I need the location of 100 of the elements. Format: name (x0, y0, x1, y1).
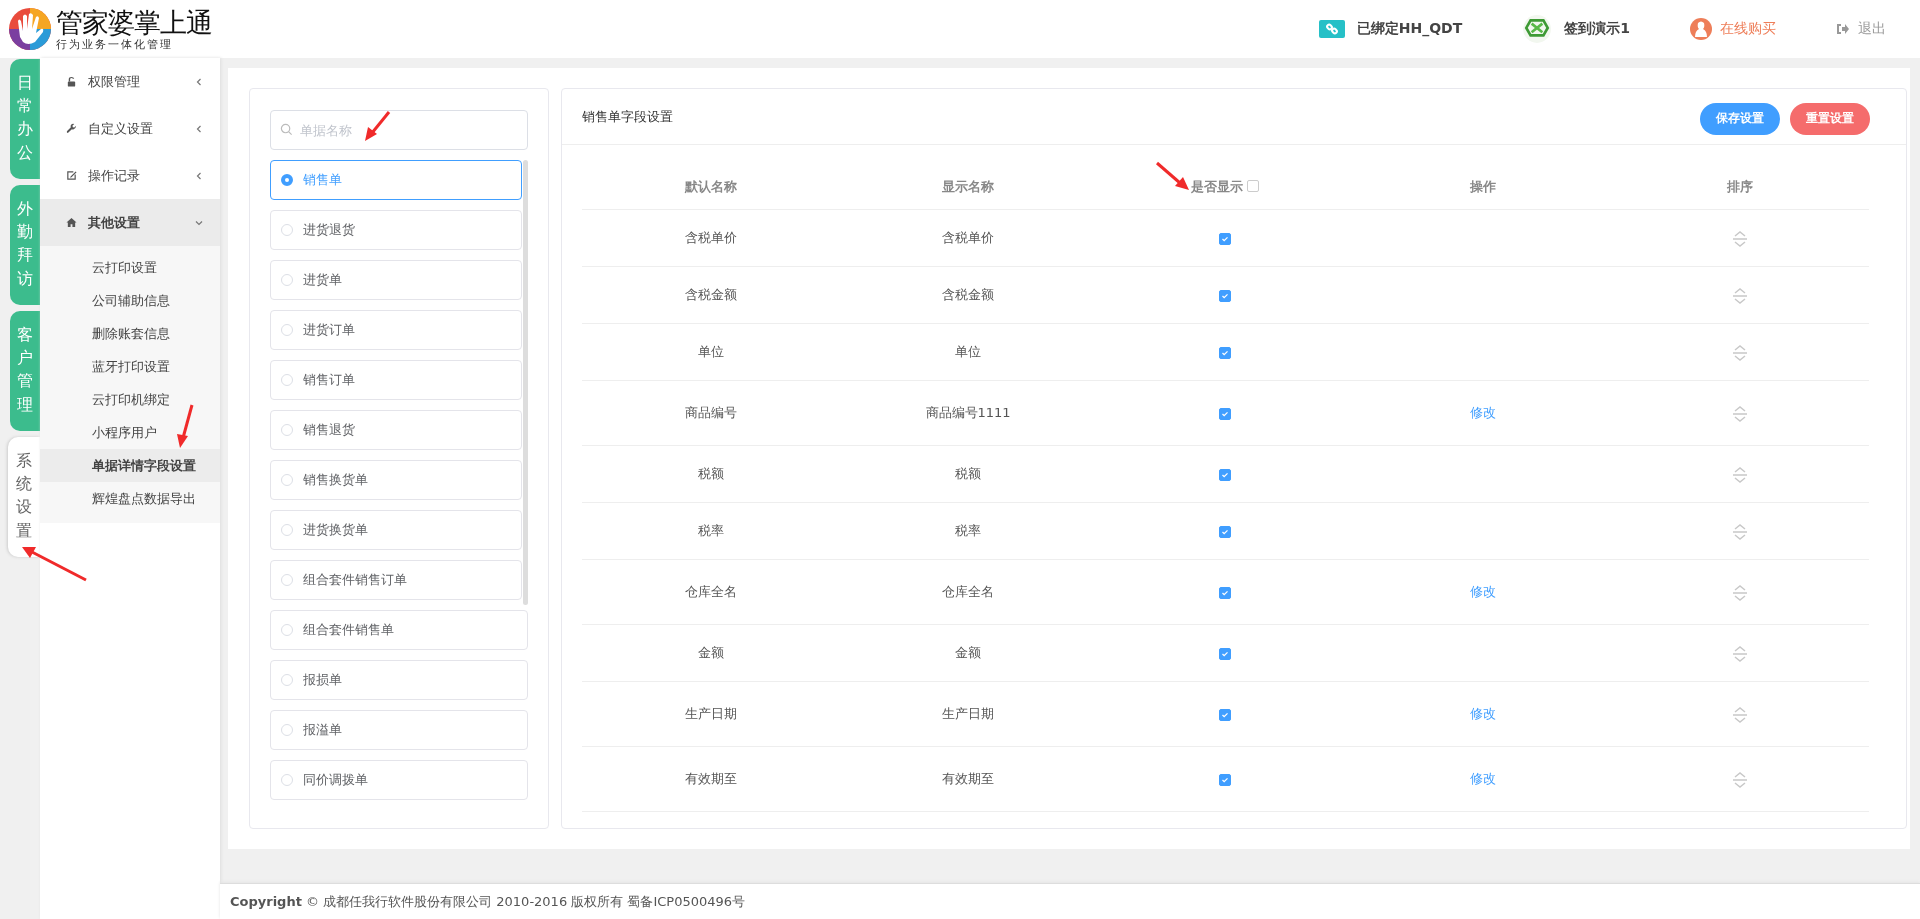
visible-checkbox[interactable] (1219, 468, 1232, 481)
document-type-option[interactable]: 进货换货单 (270, 510, 522, 550)
table-cell: 单位 (955, 344, 982, 359)
submenu-item[interactable]: 辉煌盘点数据导出 (40, 482, 220, 515)
lock-icon (66, 76, 77, 87)
table-cell: 税率 (955, 523, 982, 538)
option-label: 销售单 (303, 171, 342, 189)
user-name: 签到演示1 (1564, 20, 1630, 38)
menu-item[interactable]: 自定义设置 (40, 105, 220, 152)
menu-label: 自定义设置 (88, 119, 154, 138)
submenu-item[interactable]: 公司辅助信息 (40, 284, 220, 317)
table-cell: 含税金额 (684, 287, 737, 302)
table-cell: 单位 (697, 344, 724, 359)
visible-checkbox[interactable] (1219, 586, 1232, 599)
option-label: 组合套件销售订单 (303, 571, 407, 589)
sort-icon[interactable] (1732, 404, 1749, 423)
visible-checkbox[interactable] (1219, 232, 1232, 245)
bound-account-label: 已绑定HH_QDT (1356, 20, 1463, 38)
option-label: 同价调拨单 (303, 771, 368, 789)
option-label: 报溢单 (303, 721, 342, 739)
sort-icon[interactable] (1732, 705, 1749, 724)
menu-item[interactable]: 其他设置 (40, 199, 220, 246)
option-label: 进货单 (303, 271, 342, 289)
submenu-item[interactable]: 云打印机绑定 (40, 383, 220, 416)
menu-item[interactable]: 权限管理 (40, 58, 220, 105)
option-label: 进货退货 (303, 221, 355, 239)
annotation-arrow (365, 111, 391, 141)
document-type-option[interactable]: 进货退货 (270, 210, 522, 250)
submenu-item[interactable]: 小程序用户 (40, 416, 220, 449)
column-header: 默认名称 (684, 179, 737, 194)
logout-icon (1836, 23, 1850, 35)
option-label: 销售订单 (303, 371, 355, 389)
document-type-option[interactable]: 组合套件销售订单 (270, 560, 522, 600)
document-type-option[interactable]: 组合套件销售单 (270, 610, 528, 650)
menu-label: 其他设置 (88, 213, 141, 232)
sort-icon[interactable] (1732, 583, 1749, 602)
column-header: 显示名称 (942, 179, 995, 194)
copyright-text: Copyright © 成都任我行软件股份有限公司 2010-2016 版权所有 蜀备ICP0500496号 (230, 892, 746, 911)
link-icon (1318, 20, 1345, 38)
document-type-option[interactable]: 同价调拨单 (270, 760, 528, 800)
table-cell: 有效期至 (942, 771, 995, 786)
visible-checkbox[interactable] (1219, 407, 1232, 420)
table-cell: 仓库全名 (684, 584, 737, 599)
document-type-option[interactable]: 销售换货单 (270, 460, 522, 500)
table-cell: 含税单价 (684, 230, 737, 245)
table-cell: 商品编号 (684, 405, 737, 420)
table-cell: 含税单价 (942, 230, 995, 245)
wrench-icon (66, 123, 77, 134)
chevron-icon (194, 123, 204, 134)
document-type-option[interactable]: 进货订单 (270, 310, 522, 350)
menu-label: 权限管理 (88, 72, 141, 91)
chevron-icon (194, 170, 204, 181)
table-cell: 税额 (697, 466, 724, 481)
submenu-item[interactable]: 云打印设置 (40, 251, 220, 284)
visible-checkbox[interactable] (1219, 289, 1232, 302)
table-cell: 有效期至 (684, 771, 737, 786)
sort-icon[interactable] (1732, 465, 1749, 484)
radio-button[interactable] (281, 174, 293, 186)
table-cell: 税率 (697, 523, 724, 538)
sort-icon[interactable] (1732, 522, 1749, 541)
document-type-option[interactable]: 销售订单 (270, 360, 522, 400)
app-title: 管家婆掌上通 (56, 7, 212, 38)
sort-icon[interactable] (1732, 644, 1749, 663)
sort-icon[interactable] (1732, 286, 1749, 305)
column-header: 排序 (1727, 179, 1754, 194)
module-tab[interactable]: 系统设置 (8, 437, 40, 557)
sort-icon[interactable] (1732, 770, 1749, 789)
visible-checkbox[interactable] (1219, 525, 1232, 538)
search-icon (280, 123, 293, 136)
table-cell: 生产日期 (942, 706, 995, 721)
column-header: 是否显示 (1191, 179, 1244, 194)
table-cell: 税额 (955, 466, 982, 481)
sort-icon[interactable] (1732, 343, 1749, 362)
person-icon (1690, 18, 1712, 40)
edit-icon (66, 170, 77, 181)
sort-icon[interactable] (1732, 229, 1749, 248)
visible-checkbox[interactable] (1219, 708, 1232, 721)
submenu-item[interactable]: 蓝牙打印设置 (40, 350, 220, 383)
column-header: 操作 (1469, 179, 1496, 194)
document-type-option[interactable]: 报溢单 (270, 710, 528, 750)
visible-checkbox[interactable] (1219, 346, 1232, 359)
table-cell: 含税金额 (942, 287, 995, 302)
option-label: 报损单 (303, 671, 342, 689)
annotation-arrow (1156, 161, 1189, 190)
document-type-option[interactable]: 销售退货 (270, 410, 522, 450)
select-all-checkbox[interactable] (1247, 180, 1260, 192)
submenu-item[interactable]: 删除账套信息 (40, 317, 220, 350)
menu-item[interactable]: 操作记录 (40, 152, 220, 199)
search-field[interactable]: 单据名称 (270, 110, 528, 150)
visible-checkbox[interactable] (1219, 647, 1232, 660)
company-logo-icon (1522, 14, 1553, 44)
document-type-option[interactable]: 报损单 (270, 660, 528, 700)
table-cell: 生产日期 (684, 706, 737, 721)
document-type-option[interactable]: 进货单 (270, 260, 522, 300)
chevron-icon (194, 76, 204, 87)
submenu-item[interactable]: 单据详情字段设置 (40, 449, 220, 482)
menu-label: 操作记录 (88, 166, 141, 185)
option-label: 销售换货单 (303, 471, 368, 489)
visible-checkbox[interactable] (1219, 773, 1232, 786)
annotation-arrow (177, 404, 194, 448)
